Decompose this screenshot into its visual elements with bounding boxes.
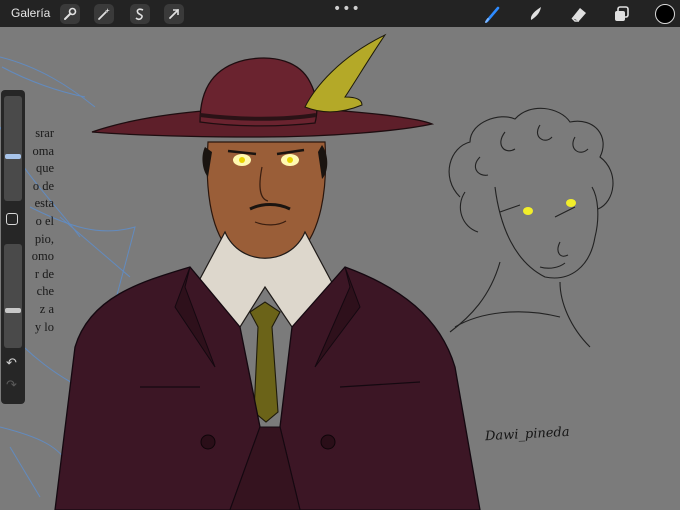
- background-text-line: srar: [35, 126, 54, 140]
- coat-button: [200, 434, 216, 450]
- background-text-line: che: [36, 284, 54, 299]
- color-picker-button[interactable]: [655, 4, 675, 24]
- background-text-line: esta: [34, 196, 54, 211]
- curly-eye-right: [566, 199, 576, 207]
- background-text-line: o el: [35, 213, 54, 228]
- hat-feather: [304, 33, 387, 113]
- background-text-column: srar oma que o de esta o el pio, omo r de che z a y…: [22, 125, 54, 336]
- brush-tool-button[interactable]: [482, 3, 504, 25]
- magic-wand-icon: [98, 8, 110, 20]
- layers-icon: [615, 6, 629, 21]
- transform-button[interactable]: [164, 4, 184, 24]
- transform-arrow-icon: [169, 9, 179, 19]
- gallery-button[interactable]: Galería: [11, 6, 50, 20]
- selection-button[interactable]: [130, 4, 150, 24]
- selection-s-icon: [135, 8, 144, 21]
- hat: [91, 57, 435, 138]
- wrench-icon: [64, 7, 77, 20]
- background-text-line: omo: [31, 249, 54, 264]
- brush-size-thumb[interactable]: [5, 154, 21, 159]
- top-toolbar: Galería •••: [0, 0, 680, 27]
- opacity-slider[interactable]: [4, 244, 22, 348]
- artwork: [0, 33, 614, 510]
- smudge-icon: [530, 7, 541, 20]
- opacity-thumb[interactable]: [5, 308, 21, 313]
- layers-button[interactable]: [611, 3, 633, 25]
- brush-icon: [485, 6, 500, 23]
- more-options-icon[interactable]: •••: [333, 1, 361, 17]
- eraser-icon: [571, 8, 586, 22]
- background-text-line: y lo: [34, 319, 54, 334]
- eraser-tool-button[interactable]: [568, 3, 590, 25]
- curly-hair-sketch: [448, 107, 614, 348]
- redo-icon[interactable]: ↷: [6, 378, 17, 393]
- background-text-line: r de: [34, 266, 54, 281]
- curly-eye-left: [523, 207, 533, 215]
- modify-button[interactable]: [6, 213, 18, 225]
- brush-size-slider[interactable]: [4, 96, 22, 201]
- background-text-line: pio,: [34, 231, 54, 246]
- actions-button[interactable]: [60, 4, 80, 24]
- background-text-line: oma: [32, 143, 54, 158]
- undo-icon[interactable]: ↶: [6, 356, 17, 371]
- background-text-line: o de: [32, 178, 54, 193]
- smudge-tool-button[interactable]: [525, 3, 547, 25]
- coat-button: [320, 434, 336, 450]
- left-sidebar: ↶ ↷: [1, 90, 25, 404]
- drawing-canvas[interactable]: srar oma que o de esta o el pio, omo r de che z a y…: [0, 27, 680, 510]
- background-text-line: z a: [39, 301, 54, 316]
- adjustments-button[interactable]: [94, 4, 114, 24]
- background-text-line: que: [35, 161, 54, 176]
